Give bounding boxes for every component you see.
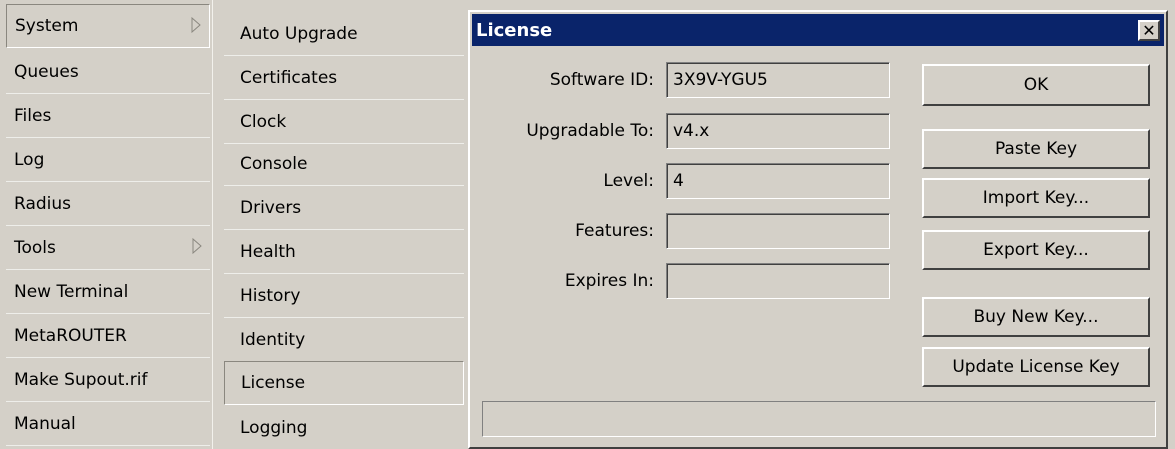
software-id-value: 3X9V-YGU5	[673, 70, 768, 90]
submenu-item-drivers[interactable]: Drivers	[224, 186, 464, 230]
menu-item-metarouter[interactable]: MetaROUTER	[6, 314, 210, 358]
dialog-title: License	[476, 19, 553, 41]
menu-item-manual[interactable]: Manual	[6, 402, 210, 446]
submenu-item-clock[interactable]: Clock	[224, 100, 464, 144]
upgradable-to-field[interactable]: v4.x	[666, 113, 890, 149]
submenu-item-label: Logging	[240, 417, 308, 438]
menu-item-queues[interactable]: Queues	[6, 50, 210, 94]
software-id-field[interactable]: 3X9V-YGU5	[666, 62, 890, 98]
features-label: Features:	[575, 221, 654, 241]
menu-item-radius[interactable]: Radius	[6, 182, 210, 226]
buy-new-key-button[interactable]: Buy New Key...	[922, 297, 1150, 337]
expires-in-label: Expires In:	[564, 271, 654, 291]
submenu-item-label: Clock	[240, 111, 287, 132]
menu-item-new-terminal[interactable]: New Terminal	[6, 270, 210, 314]
submenu-item-label: Auto Upgrade	[240, 23, 358, 44]
submenu-item-logging[interactable]: Logging	[224, 406, 464, 449]
close-icon: ✕	[1142, 20, 1156, 40]
submenu-item-certificates[interactable]: Certificates	[224, 56, 464, 100]
menu-item-label: Manual	[14, 413, 76, 434]
menu-item-system[interactable]: System	[6, 4, 210, 48]
submenu-item-label: Health	[240, 241, 296, 262]
submenu-item-label: Console	[240, 153, 308, 174]
submenu-item-history[interactable]: History	[224, 274, 464, 318]
menu-item-label: Tools	[14, 237, 56, 258]
ok-button[interactable]: OK	[922, 64, 1150, 106]
buy-new-key-button-label: Buy New Key...	[973, 307, 1099, 327]
submenu-item-label: Drivers	[240, 197, 302, 218]
expires-in-field[interactable]	[666, 263, 890, 299]
submenu-item-health[interactable]: Health	[224, 230, 464, 274]
menu-item-label: Make Supout.rif	[14, 369, 148, 390]
import-key-button-label: Import Key...	[982, 188, 1090, 208]
upgradable-to-value: v4.x	[673, 121, 710, 141]
submenu-arrow-icon	[191, 17, 201, 33]
features-field[interactable]	[666, 213, 890, 249]
submenu-item-console[interactable]: Console	[224, 142, 464, 186]
menu-item-label: New Terminal	[14, 281, 129, 302]
menu-item-make-supout[interactable]: Make Supout.rif	[6, 358, 210, 402]
menu-item-label: System	[15, 16, 79, 36]
menu-item-label: Queues	[14, 61, 79, 82]
export-key-button[interactable]: Export Key...	[922, 230, 1150, 270]
ok-button-label: OK	[1023, 75, 1049, 95]
main-menu: System Queues Files Log Radius Tools New…	[0, 0, 213, 449]
menu-item-log[interactable]: Log	[6, 138, 210, 182]
menu-item-files[interactable]: Files	[6, 94, 210, 138]
import-key-button[interactable]: Import Key...	[922, 178, 1150, 218]
level-field[interactable]: 4	[666, 163, 890, 199]
export-key-button-label: Export Key...	[983, 240, 1089, 260]
submenu-item-license[interactable]: License	[224, 361, 464, 405]
paste-key-button-label: Paste Key	[994, 139, 1078, 159]
status-bar	[482, 401, 1156, 437]
update-license-key-button[interactable]: Update License Key	[922, 347, 1150, 387]
submenu-item-identity[interactable]: Identity	[224, 318, 464, 362]
menu-item-label: MetaROUTER	[14, 325, 127, 346]
license-dialog: License ✕ Software ID: Upgradable To: Le…	[468, 10, 1168, 449]
submenu-arrow-icon	[192, 238, 202, 254]
menu-item-label: Log	[14, 149, 45, 170]
menu-item-tools[interactable]: Tools	[6, 226, 210, 270]
upgradable-to-label: Upgradable To:	[526, 121, 654, 141]
software-id-label: Software ID:	[549, 70, 654, 90]
submenu-item-label: License	[241, 373, 306, 393]
update-license-key-button-label: Update License Key	[952, 357, 1120, 377]
paste-key-button[interactable]: Paste Key	[922, 129, 1150, 169]
submenu-item-auto-upgrade[interactable]: Auto Upgrade	[224, 12, 464, 56]
submenu-item-label: Certificates	[240, 67, 338, 88]
menu-item-label: Files	[14, 105, 52, 126]
level-value: 4	[673, 171, 684, 191]
close-button[interactable]: ✕	[1138, 20, 1160, 41]
level-label: Level:	[603, 171, 654, 191]
screen: System Queues Files Log Radius Tools New…	[0, 0, 1175, 449]
system-submenu: Auto Upgrade Certificates Clock Console …	[218, 0, 464, 449]
submenu-item-label: Identity	[240, 329, 306, 350]
dialog-titlebar[interactable]: License ✕	[472, 14, 1164, 46]
menu-item-label: Radius	[14, 193, 72, 214]
submenu-item-label: History	[240, 285, 301, 306]
